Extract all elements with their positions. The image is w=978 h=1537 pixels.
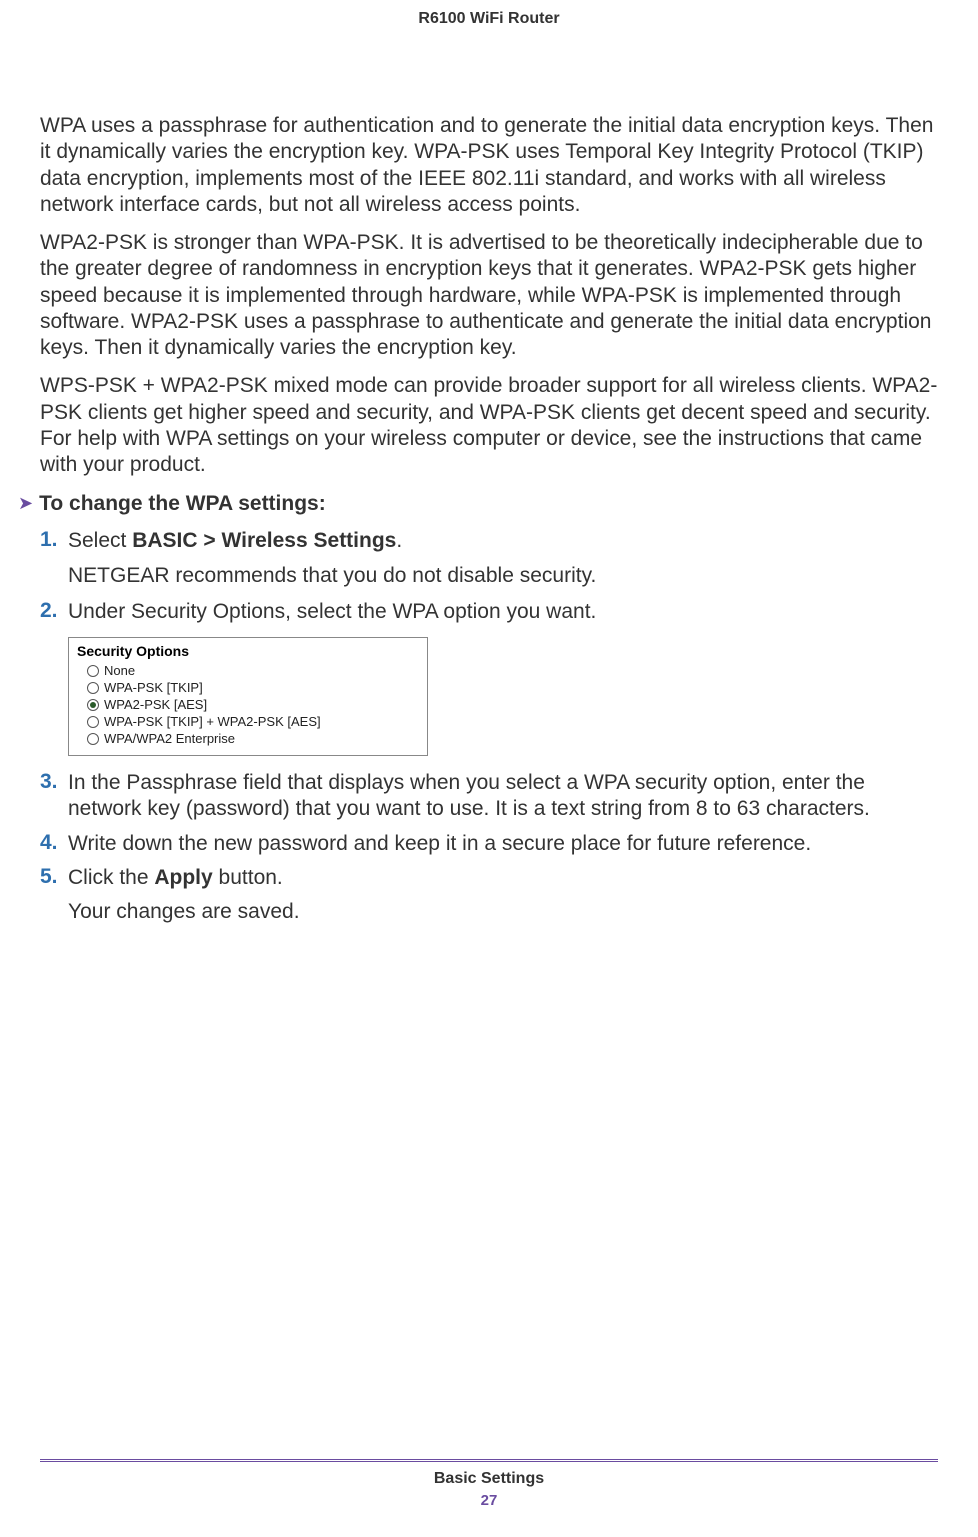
arrow-icon: ➤ — [18, 492, 33, 515]
step-1-sub-suffix: . — [591, 564, 597, 587]
radio-label: None — [104, 663, 135, 678]
security-options-panel: Security Options None WPA-PSK [TKIP] WPA… — [68, 637, 428, 756]
security-options-title: Security Options — [77, 643, 419, 659]
step-number: 1. — [40, 528, 68, 554]
step-text: Select BASIC > Wireless Settings. — [68, 528, 938, 554]
step-text: In the Passphrase field that displays wh… — [68, 770, 938, 823]
step-5-sub: Your changes are saved. — [68, 899, 938, 925]
step-5: 5. Click the Apply button. — [40, 865, 938, 891]
step-bold: BASIC > Wireless Settings — [132, 529, 396, 552]
step-text: Click the Apply button. — [68, 865, 938, 891]
paragraph-wpa: WPA uses a passphrase for authentication… — [40, 113, 938, 218]
step-prefix: Click the — [68, 866, 154, 889]
footer-section-title: Basic Settings — [0, 1470, 978, 1488]
radio-option-wpa-enterprise[interactable]: WPA/WPA2 Enterprise — [77, 730, 419, 747]
step-1-sub: NETGEAR recommends that you do not disab… — [68, 563, 938, 589]
procedure-heading: ➤ To change the WPA settings: — [18, 492, 938, 516]
radio-option-wpa-psk-tkip[interactable]: WPA-PSK [TKIP] — [77, 679, 419, 696]
paragraph-mixed: WPS-PSK + WPA2-PSK mixed mode can provid… — [40, 373, 938, 478]
step-suffix: . — [396, 529, 402, 552]
footer-page-number: 27 — [0, 1492, 978, 1509]
radio-option-wpa-mixed[interactable]: WPA-PSK [TKIP] + WPA2-PSK [AES] — [77, 713, 419, 730]
radio-label: WPA-PSK [TKIP] — [104, 680, 203, 695]
radio-icon — [87, 733, 99, 745]
radio-option-wpa2-psk-aes[interactable]: WPA2-PSK [AES] — [77, 696, 419, 713]
radio-label: WPA-PSK [TKIP] + WPA2-PSK [AES] — [104, 714, 321, 729]
step-4: 4. Write down the new password and keep … — [40, 831, 938, 857]
step-1-sub-bold: NETGEAR recommends that you do not disab… — [68, 564, 591, 587]
radio-icon — [87, 682, 99, 694]
radio-label: WPA/WPA2 Enterprise — [104, 731, 235, 746]
content-area: WPA uses a passphrase for authentication… — [0, 28, 978, 925]
radio-icon — [87, 665, 99, 677]
step-number: 5. — [40, 865, 68, 891]
step-number: 4. — [40, 831, 68, 857]
radio-icon-selected — [87, 699, 99, 711]
step-text: Write down the new password and keep it … — [68, 831, 938, 857]
step-text: Under Security Options, select the WPA o… — [68, 599, 938, 625]
step-2: 2. Under Security Options, select the WP… — [40, 599, 938, 625]
step-suffix: button. — [213, 866, 283, 889]
step-prefix: Select — [68, 529, 132, 552]
radio-dot-icon — [90, 702, 96, 708]
step-3: 3. In the Passphrase field that displays… — [40, 770, 938, 823]
procedure-title: To change the WPA settings: — [39, 492, 326, 516]
page-footer: Basic Settings 27 — [0, 1459, 978, 1509]
paragraph-wpa2: WPA2-PSK is stronger than WPA-PSK. It is… — [40, 230, 938, 361]
radio-icon — [87, 716, 99, 728]
step-1: 1. Select BASIC > Wireless Settings. — [40, 528, 938, 554]
page-header: R6100 WiFi Router — [0, 0, 978, 28]
step-number: 3. — [40, 770, 68, 823]
footer-divider — [40, 1459, 938, 1462]
radio-label: WPA2-PSK [AES] — [104, 697, 207, 712]
radio-option-none[interactable]: None — [77, 662, 419, 679]
step-number: 2. — [40, 599, 68, 625]
step-bold: Apply — [154, 866, 212, 889]
